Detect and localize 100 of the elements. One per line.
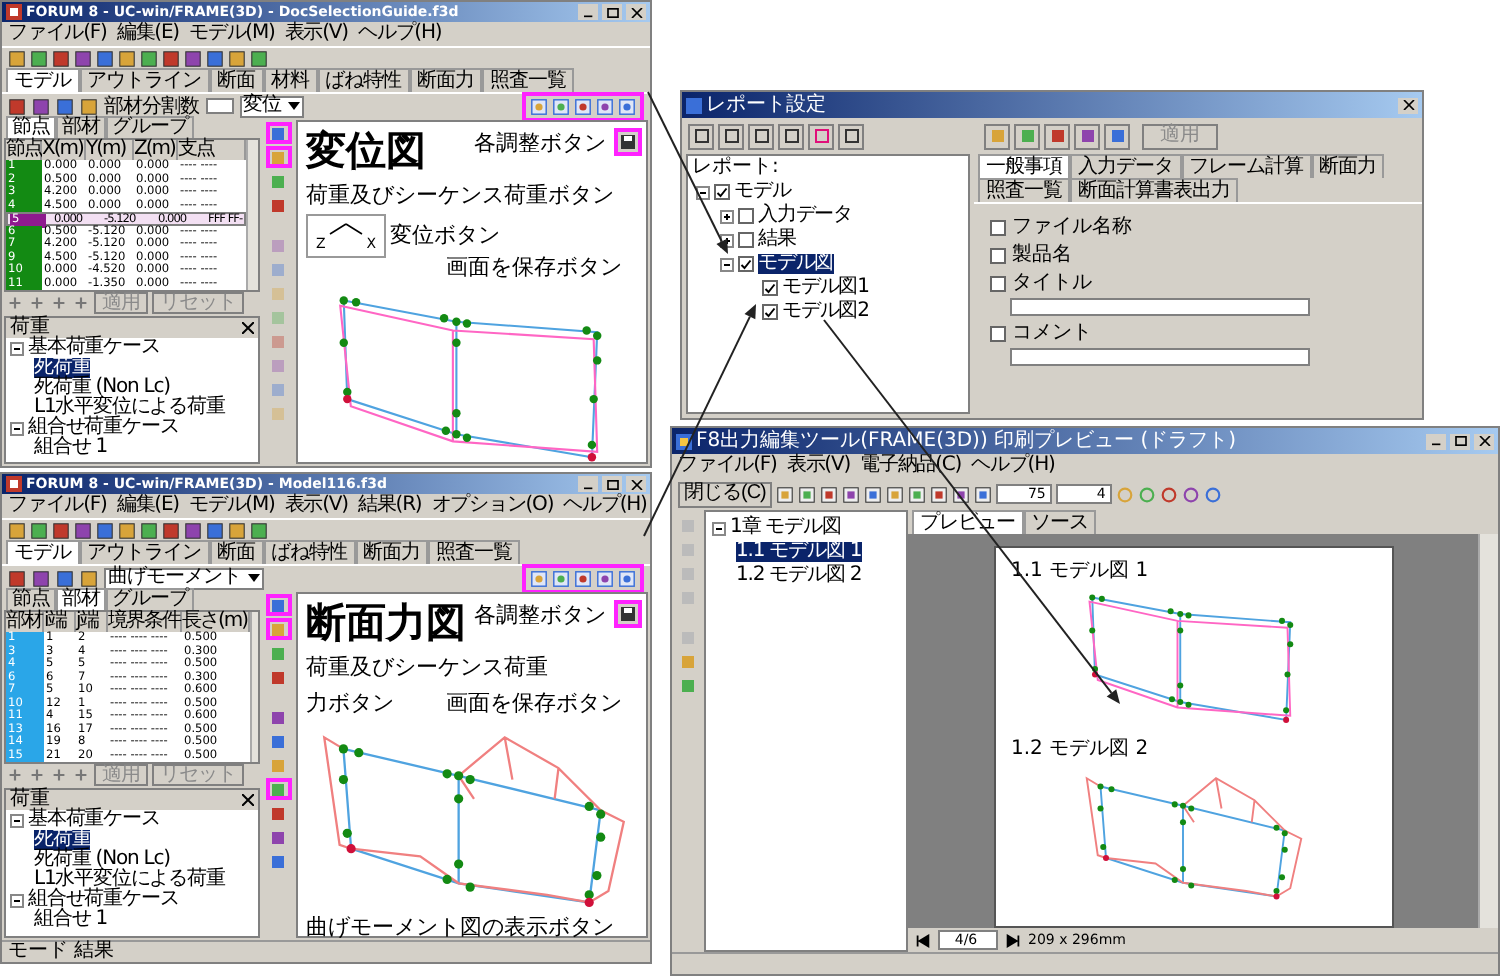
tab[interactable]: アウトライン (79, 540, 209, 564)
menu-item[interactable]: ヘルプ(H) (563, 494, 647, 518)
close-preview-button[interactable]: 閉じる(C) (678, 481, 772, 507)
toolbar-button[interactable] (748, 123, 774, 149)
scrollbar[interactable] (1478, 534, 1498, 928)
scrollbar[interactable] (246, 140, 258, 290)
tab[interactable]: 断面 (209, 540, 263, 564)
expander-icon[interactable] (10, 813, 24, 827)
menu-item[interactable]: ファイル(F) (8, 494, 107, 518)
tab[interactable]: 照査一覧 (482, 68, 574, 92)
tree-item[interactable]: 基本荷重ケース (28, 338, 160, 358)
checkbox[interactable] (738, 208, 754, 224)
toolbar-button[interactable] (838, 123, 864, 149)
toolbar-button[interactable] (778, 123, 804, 149)
number-field[interactable] (205, 98, 233, 114)
panel-tab[interactable]: 荷重 (10, 318, 50, 338)
tree-item[interactable]: モデル図2 (782, 302, 869, 322)
tree-item[interactable]: 入力データ (758, 206, 853, 226)
checkbox[interactable] (738, 232, 754, 248)
menu-item[interactable]: ファイル(F) (678, 454, 777, 478)
checkbox[interactable] (762, 304, 778, 320)
view-dropdown[interactable]: 曲げモーメント (104, 567, 263, 589)
toolbar-button[interactable] (688, 123, 714, 149)
menu-item[interactable]: 表示(V) (284, 22, 348, 46)
expander-icon[interactable] (712, 521, 726, 535)
tree-item[interactable]: 組合せ 1 (34, 438, 108, 458)
minimize-button[interactable] (1426, 433, 1446, 449)
maximize-button[interactable] (602, 476, 622, 492)
menu-item[interactable]: 表示(V) (284, 494, 348, 518)
menu-item[interactable]: 編集(E) (116, 22, 179, 46)
save-button[interactable] (614, 128, 642, 156)
close-button[interactable] (1398, 97, 1418, 113)
menu-item[interactable]: ヘルプ(H) (971, 454, 1055, 478)
tool-button[interactable] (265, 594, 291, 616)
close-button[interactable] (626, 476, 646, 492)
menu-item[interactable]: オプション(O) (431, 494, 554, 518)
close-icon[interactable] (242, 322, 254, 334)
menu-item[interactable]: ファイル(F) (8, 22, 107, 46)
tab[interactable]: 照査一覧 (428, 540, 520, 564)
tab[interactable]: 断面 (209, 68, 263, 92)
tree-item[interactable]: 組合せ荷重ケース (28, 418, 179, 438)
tab[interactable]: 断面力 (409, 68, 482, 92)
tree-item[interactable]: モデル図1 (782, 278, 869, 298)
toolbar-button[interactable] (718, 123, 744, 149)
panel-tab[interactable]: 部材 (56, 588, 106, 610)
text-field[interactable] (1010, 348, 1310, 366)
tree-item[interactable]: 基本荷重ケース (28, 810, 160, 830)
checkbox[interactable] (762, 280, 778, 296)
close-icon[interactable] (242, 794, 254, 806)
tree-item[interactable]: 結果 (758, 230, 796, 250)
checkbox[interactable] (714, 184, 730, 200)
expander-icon[interactable] (10, 893, 24, 907)
menu-item[interactable]: 結果(R) (357, 494, 422, 518)
menu-item[interactable]: 表示(V) (786, 454, 851, 478)
tree-item[interactable]: モデル (734, 182, 791, 202)
tab[interactable]: ばね特性 (263, 540, 355, 564)
view-dropdown[interactable]: 変位 (239, 95, 303, 117)
panel-tab[interactable]: 荷重 (10, 790, 50, 810)
tool-button[interactable] (265, 122, 291, 144)
maximize-button[interactable] (602, 4, 622, 20)
last-page-icon[interactable] (1004, 931, 1022, 949)
tree-item[interactable]: L1水平変位による荷重 (34, 870, 225, 890)
checkbox[interactable] (990, 219, 1006, 235)
panel-tab[interactable]: 節点 (6, 116, 56, 138)
toolbar-button[interactable] (1074, 123, 1100, 149)
tab[interactable]: ソース (1023, 510, 1096, 534)
checkbox[interactable] (990, 247, 1006, 263)
menu-item[interactable]: モデル(M) (188, 22, 275, 46)
tab[interactable]: フレーム計算 (1181, 154, 1311, 178)
save-button[interactable] (614, 600, 642, 628)
tree-item[interactable]: 1.2 モデル図 2 (736, 566, 862, 586)
expander-icon[interactable] (696, 185, 710, 199)
tab[interactable]: 断面力 (1311, 154, 1384, 178)
tree-item[interactable]: 組合せ 1 (34, 910, 108, 930)
tab[interactable]: 一般事項 (978, 154, 1070, 178)
tree-item[interactable]: 組合せ荷重ケース (28, 890, 179, 910)
toolbar-button[interactable] (1044, 123, 1070, 149)
expander-icon[interactable] (10, 421, 24, 435)
expander-icon[interactable] (720, 257, 734, 271)
tab[interactable]: 材料 (263, 68, 317, 92)
tab[interactable]: 断面力 (355, 540, 428, 564)
tab[interactable]: 照査一覧 (978, 178, 1070, 202)
first-page-icon[interactable] (914, 931, 932, 949)
close-button[interactable] (1474, 433, 1494, 449)
scrollbar[interactable] (249, 612, 258, 762)
checkbox[interactable] (990, 275, 1006, 291)
menu-item[interactable]: ヘルプ(H) (357, 22, 442, 46)
text-field[interactable] (1010, 298, 1310, 316)
menu-item[interactable]: 編集(E) (116, 494, 179, 518)
tab[interactable]: ばね特性 (317, 68, 409, 92)
minimize-button[interactable] (578, 476, 598, 492)
maximize-button[interactable] (1450, 433, 1470, 449)
tab[interactable]: モデル (6, 540, 79, 564)
minimize-button[interactable] (578, 4, 598, 20)
menu-item[interactable]: モデル(M) (188, 494, 275, 518)
tab[interactable]: モデル (6, 68, 79, 92)
tab[interactable]: 断面計算書表出力 (1070, 178, 1238, 202)
tree-item[interactable]: 1章 モデル図 (730, 518, 841, 538)
tab[interactable]: 入力データ (1070, 154, 1181, 178)
close-button[interactable] (626, 4, 646, 20)
